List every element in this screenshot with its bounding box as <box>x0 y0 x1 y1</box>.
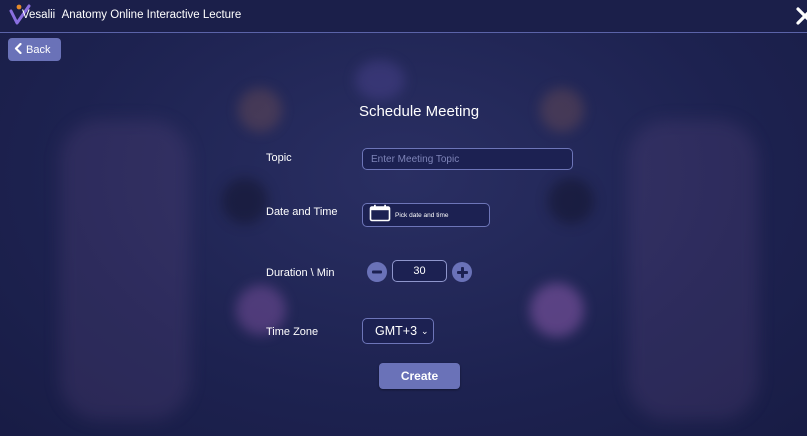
blurred-thumbnail-left-top <box>238 88 282 132</box>
back-button-label: Back <box>26 43 51 56</box>
back-button[interactable]: Back <box>8 38 61 61</box>
topic-label: Topic <box>266 152 292 164</box>
duration-input[interactable] <box>392 260 447 282</box>
date-time-picker[interactable]: Pick date and time <box>362 203 490 227</box>
blurred-logo-mark <box>355 60 405 100</box>
topic-input[interactable] <box>362 148 573 170</box>
page-title: Schedule Meeting <box>358 103 480 120</box>
blurred-figure-right <box>628 120 758 420</box>
blurred-thumbnail-right-mid <box>548 178 594 224</box>
duration-label: Duration \ Min <box>266 267 335 279</box>
window-title: Anatomy Online Interactive Lecture <box>61 9 242 21</box>
plus-circle-icon[interactable] <box>452 262 472 282</box>
date-time-placeholder: Pick date and time <box>395 211 449 219</box>
minus-circle-icon[interactable] <box>367 262 387 282</box>
blurred-thumbnail-right-top <box>540 88 584 132</box>
chevron-left-icon <box>14 42 22 57</box>
calendar-icon <box>369 204 391 227</box>
chevron-down-icon: ⌄ <box>421 325 429 336</box>
app-title: Vesalii Anatomy Online Interactive Lectu… <box>22 9 241 21</box>
close-icon[interactable] <box>795 6 807 26</box>
blurred-figure-left <box>60 120 190 420</box>
blurred-thumbnail-right-bottom <box>530 283 584 337</box>
time-zone-label: Time Zone <box>266 326 319 338</box>
create-button[interactable]: Create <box>379 363 460 389</box>
time-zone-value: GMT+3 <box>375 324 418 338</box>
logo-wordmark: Vesalii <box>22 9 56 21</box>
time-zone-select[interactable]: GMT+3 ⌄ <box>362 318 434 344</box>
blurred-thumbnail-left-mid <box>222 178 268 224</box>
title-bar: Vesalii Anatomy Online Interactive Lectu… <box>0 0 807 33</box>
date-time-label: Date and Time <box>266 206 338 218</box>
